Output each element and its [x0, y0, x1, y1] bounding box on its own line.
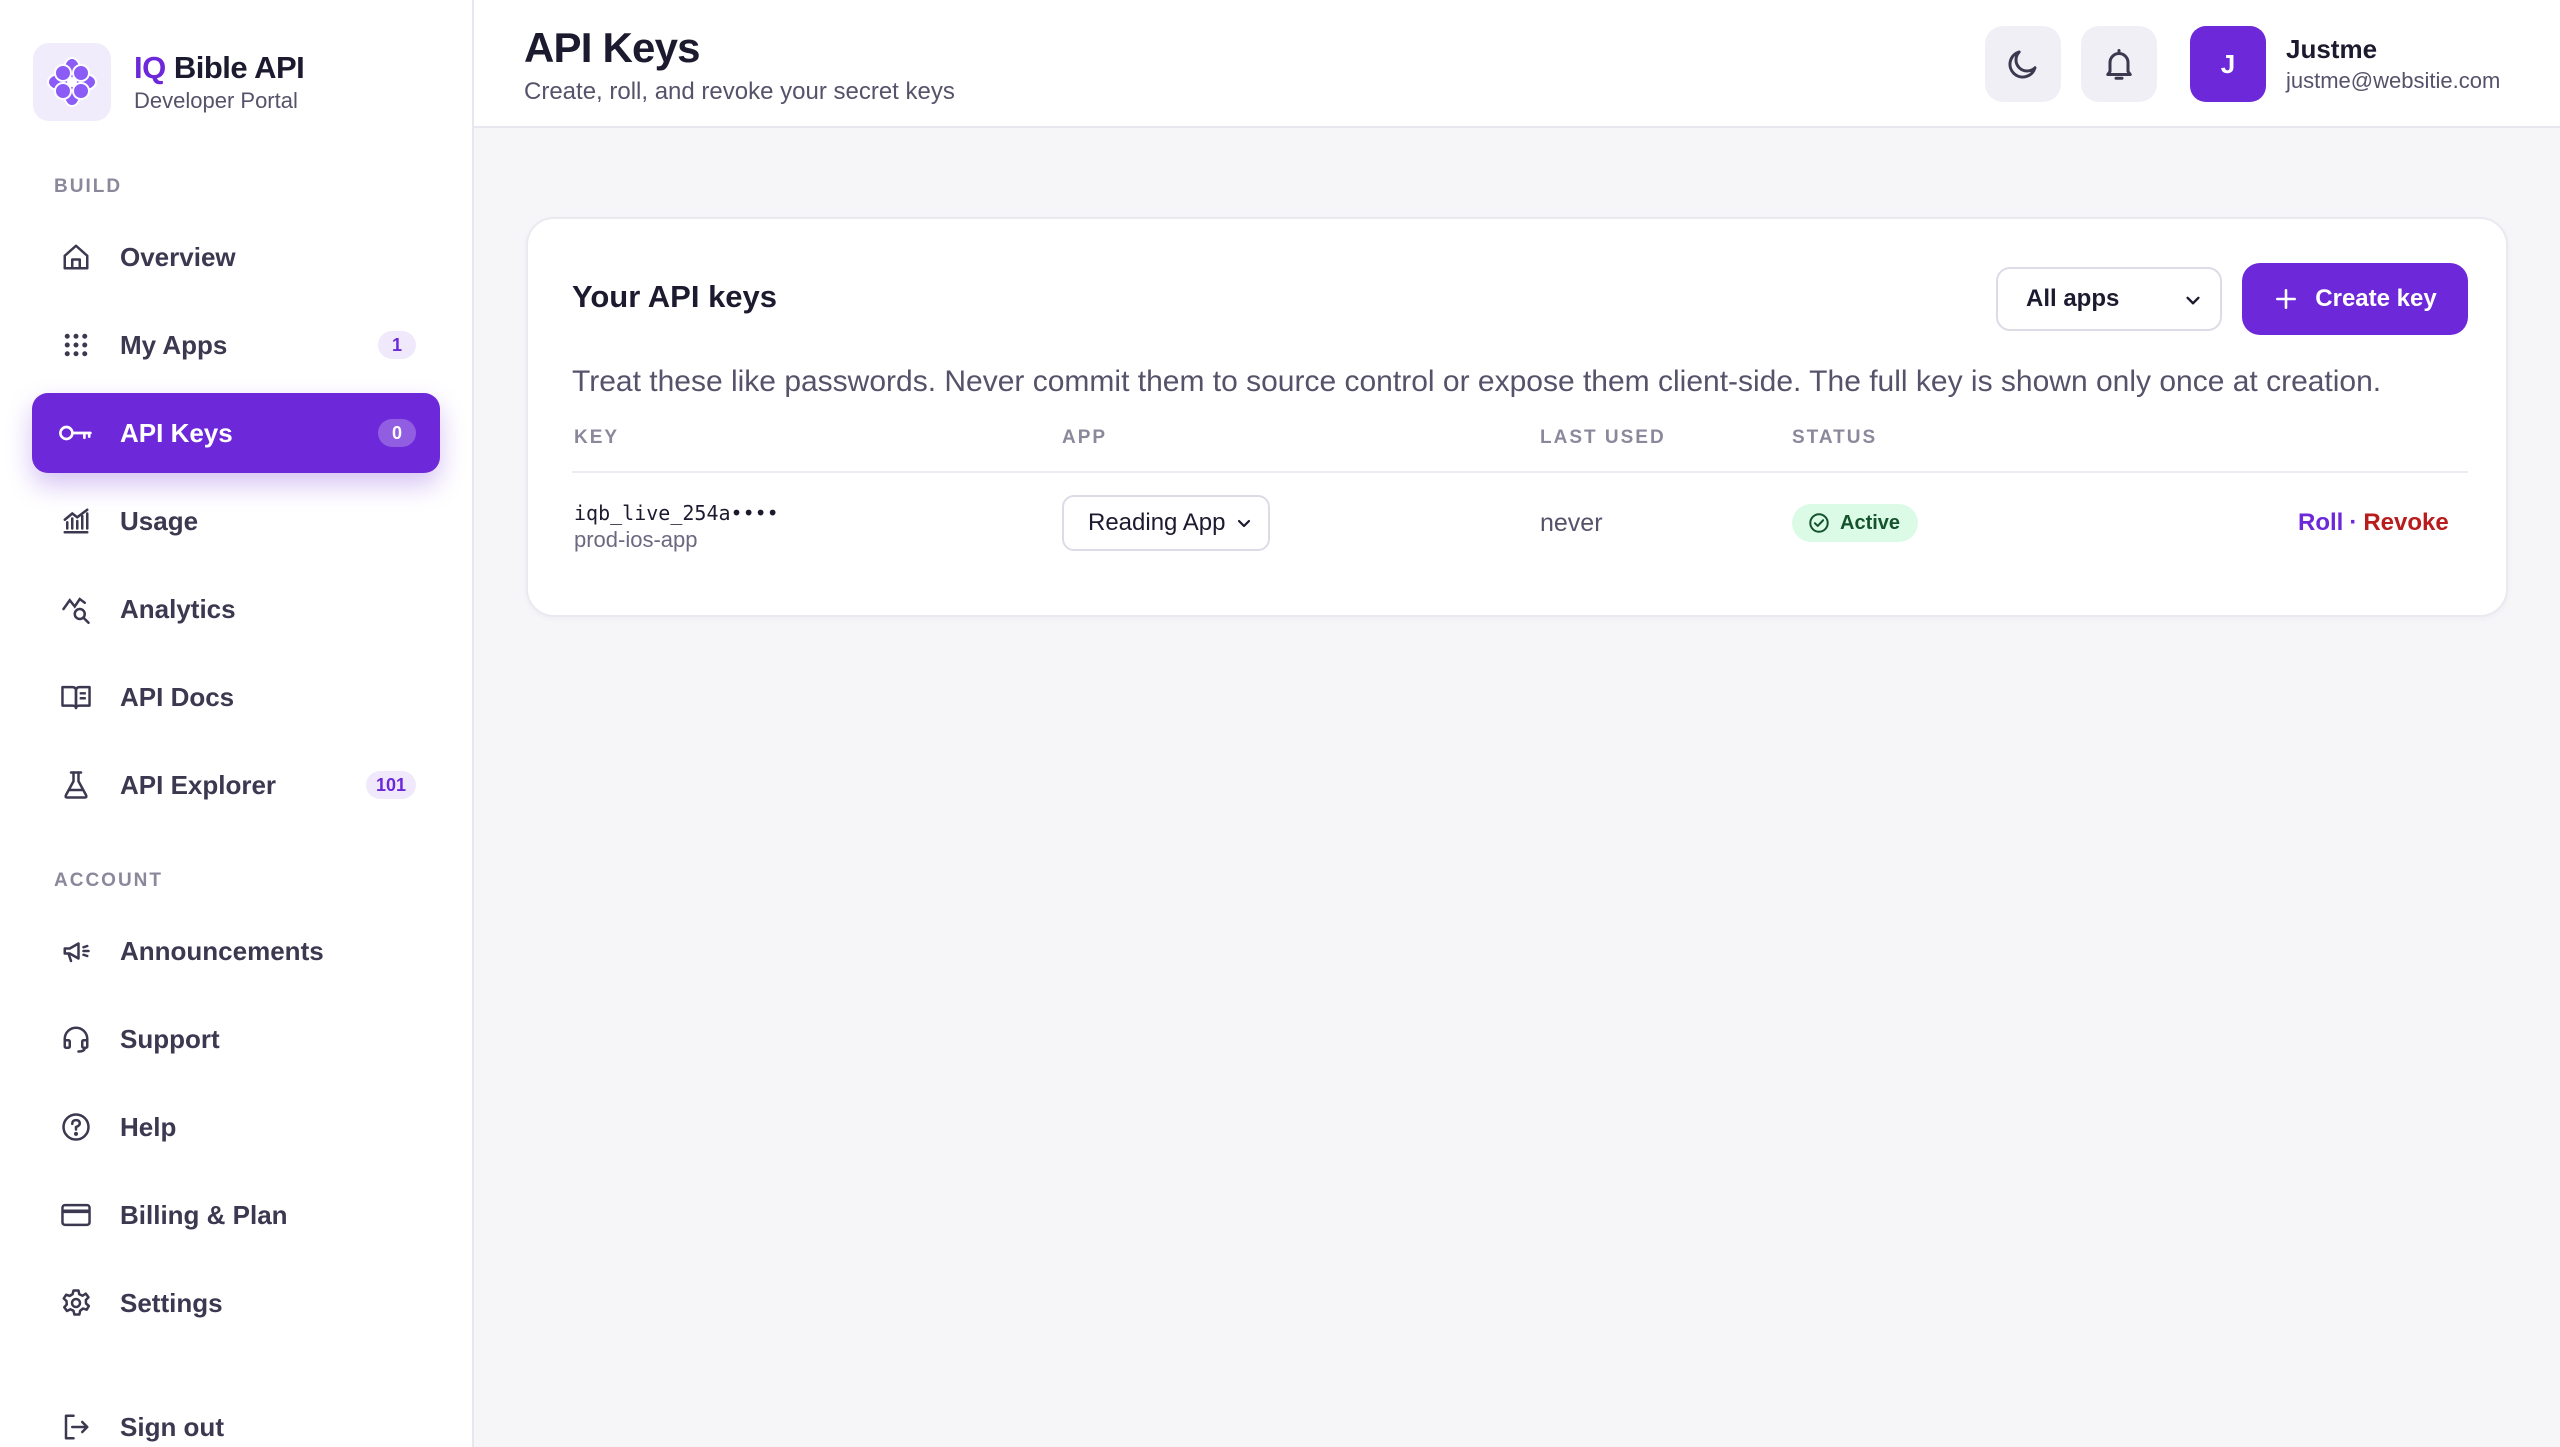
- sidebar-item-label: Sign out: [120, 1411, 224, 1442]
- row-app-value: Reading App: [1088, 509, 1226, 536]
- notifications-button[interactable]: [2081, 26, 2157, 102]
- sidebar-item-label: Settings: [120, 1287, 223, 1318]
- revoke-key-link[interactable]: Revoke: [2363, 509, 2448, 536]
- sidebar-item-analytics[interactable]: Analytics: [32, 569, 440, 649]
- sidebar-item-overview[interactable]: Overview: [32, 217, 440, 297]
- sidebar-item-label: Overview: [120, 241, 236, 272]
- app-filter-select[interactable]: All apps: [1996, 267, 2222, 331]
- sidebar: IQ Bible API Developer Portal BUILD Over…: [0, 0, 474, 1447]
- count-badge: 1: [378, 331, 416, 359]
- bar-chart-icon: [58, 503, 94, 539]
- brand-subtitle: Developer Portal: [134, 88, 298, 113]
- page-title: API Keys: [524, 24, 701, 71]
- flower-logo-icon: [33, 43, 111, 121]
- user-name: Justme: [2286, 34, 2378, 64]
- card-title: Your API keys: [572, 279, 778, 314]
- sidebar-item-label: Support: [120, 1023, 220, 1054]
- sidebar-item-usage[interactable]: Usage: [32, 481, 440, 561]
- status-badge: Active: [1792, 504, 1919, 542]
- count-badge: 101: [365, 771, 416, 799]
- key-icon: [58, 415, 94, 451]
- check-circle-icon: [1808, 512, 1830, 534]
- api-keys-card: Your API keys All apps Create key Treat …: [526, 217, 2508, 617]
- bell-icon: [2101, 46, 2137, 82]
- key-prefix: iqb_live_254a••••: [574, 501, 779, 525]
- user-email: justme@websitie.com: [2286, 68, 2501, 93]
- moon-icon: [2005, 46, 2041, 82]
- chevron-down-icon: [1232, 511, 1256, 542]
- megaphone-icon: [58, 933, 94, 969]
- key-label: prod-ios-app: [574, 527, 698, 552]
- sidebar-item-api-explorer[interactable]: API Explorer 101: [32, 745, 440, 825]
- section-label-build: BUILD: [54, 176, 123, 197]
- sidebar-item-announcements[interactable]: Announcements: [32, 911, 440, 991]
- sidebar-item-label: API Explorer: [120, 769, 277, 800]
- sidebar-item-help[interactable]: Help: [32, 1087, 440, 1167]
- create-key-label: Create key: [2315, 285, 2437, 312]
- page-subtitle: Create, roll, and revoke your secret key…: [524, 78, 955, 105]
- plus-icon: [2273, 286, 2299, 312]
- brand[interactable]: IQ Bible API Developer Portal: [33, 43, 305, 121]
- home-icon: [58, 239, 94, 275]
- sidebar-item-sign-out[interactable]: Sign out: [32, 1387, 440, 1447]
- roll-key-link[interactable]: Roll: [2298, 509, 2343, 536]
- sidebar-item-api-docs[interactable]: API Docs: [32, 657, 440, 737]
- sidebar-item-label: API Keys: [120, 417, 233, 448]
- sidebar-item-settings[interactable]: Settings: [32, 1263, 440, 1343]
- app-filter-value: All apps: [2026, 285, 2120, 312]
- sign-out-icon: [58, 1409, 94, 1445]
- row-app-select[interactable]: Reading App: [1062, 495, 1270, 551]
- sidebar-item-label: Announcements: [120, 935, 324, 966]
- theme-toggle-button[interactable]: [1985, 26, 2061, 102]
- credit-card-icon: [58, 1197, 94, 1233]
- column-header-status: STATUS: [1792, 427, 1878, 448]
- security-note: Treat these like passwords. Never commit…: [572, 365, 2382, 398]
- flask-icon: [58, 767, 94, 803]
- sidebar-item-my-apps[interactable]: My Apps 1: [32, 305, 440, 385]
- chevron-down-icon: [2180, 287, 2206, 320]
- table-divider: [572, 471, 2468, 473]
- sidebar-item-label: Analytics: [120, 593, 236, 624]
- column-header-key: KEY: [574, 427, 620, 448]
- sidebar-item-label: Usage: [120, 505, 199, 536]
- headset-icon: [58, 1021, 94, 1057]
- brand-title: IQ Bible API: [134, 50, 305, 85]
- sidebar-item-billing[interactable]: Billing & Plan: [32, 1175, 440, 1255]
- column-header-last-used: LAST USED: [1540, 427, 1666, 448]
- row-actions: Roll · Revoke: [2298, 509, 2449, 537]
- avatar[interactable]: J: [2190, 26, 2266, 102]
- sidebar-item-support[interactable]: Support: [32, 999, 440, 1079]
- grid-icon: [58, 327, 94, 363]
- section-label-account: ACCOUNT: [54, 870, 163, 891]
- actions-separator: ·: [2349, 509, 2358, 536]
- top-header: API Keys Create, roll, and revoke your s…: [474, 0, 2560, 128]
- status-label: Active: [1840, 511, 1901, 534]
- create-key-button[interactable]: Create key: [2242, 263, 2468, 335]
- sidebar-item-api-keys[interactable]: API Keys 0: [32, 393, 440, 473]
- help-circle-icon: [58, 1109, 94, 1145]
- analytics-search-icon: [58, 591, 94, 627]
- gear-icon: [58, 1285, 94, 1321]
- sidebar-item-label: Help: [120, 1111, 177, 1142]
- book-icon: [58, 679, 94, 715]
- last-used-value: never: [1540, 509, 1603, 537]
- sidebar-item-label: Billing & Plan: [120, 1199, 288, 1230]
- column-header-app: APP: [1062, 427, 1108, 448]
- count-badge: 0: [378, 419, 416, 447]
- sidebar-item-label: My Apps: [120, 329, 228, 360]
- sidebar-item-label: API Docs: [120, 681, 235, 712]
